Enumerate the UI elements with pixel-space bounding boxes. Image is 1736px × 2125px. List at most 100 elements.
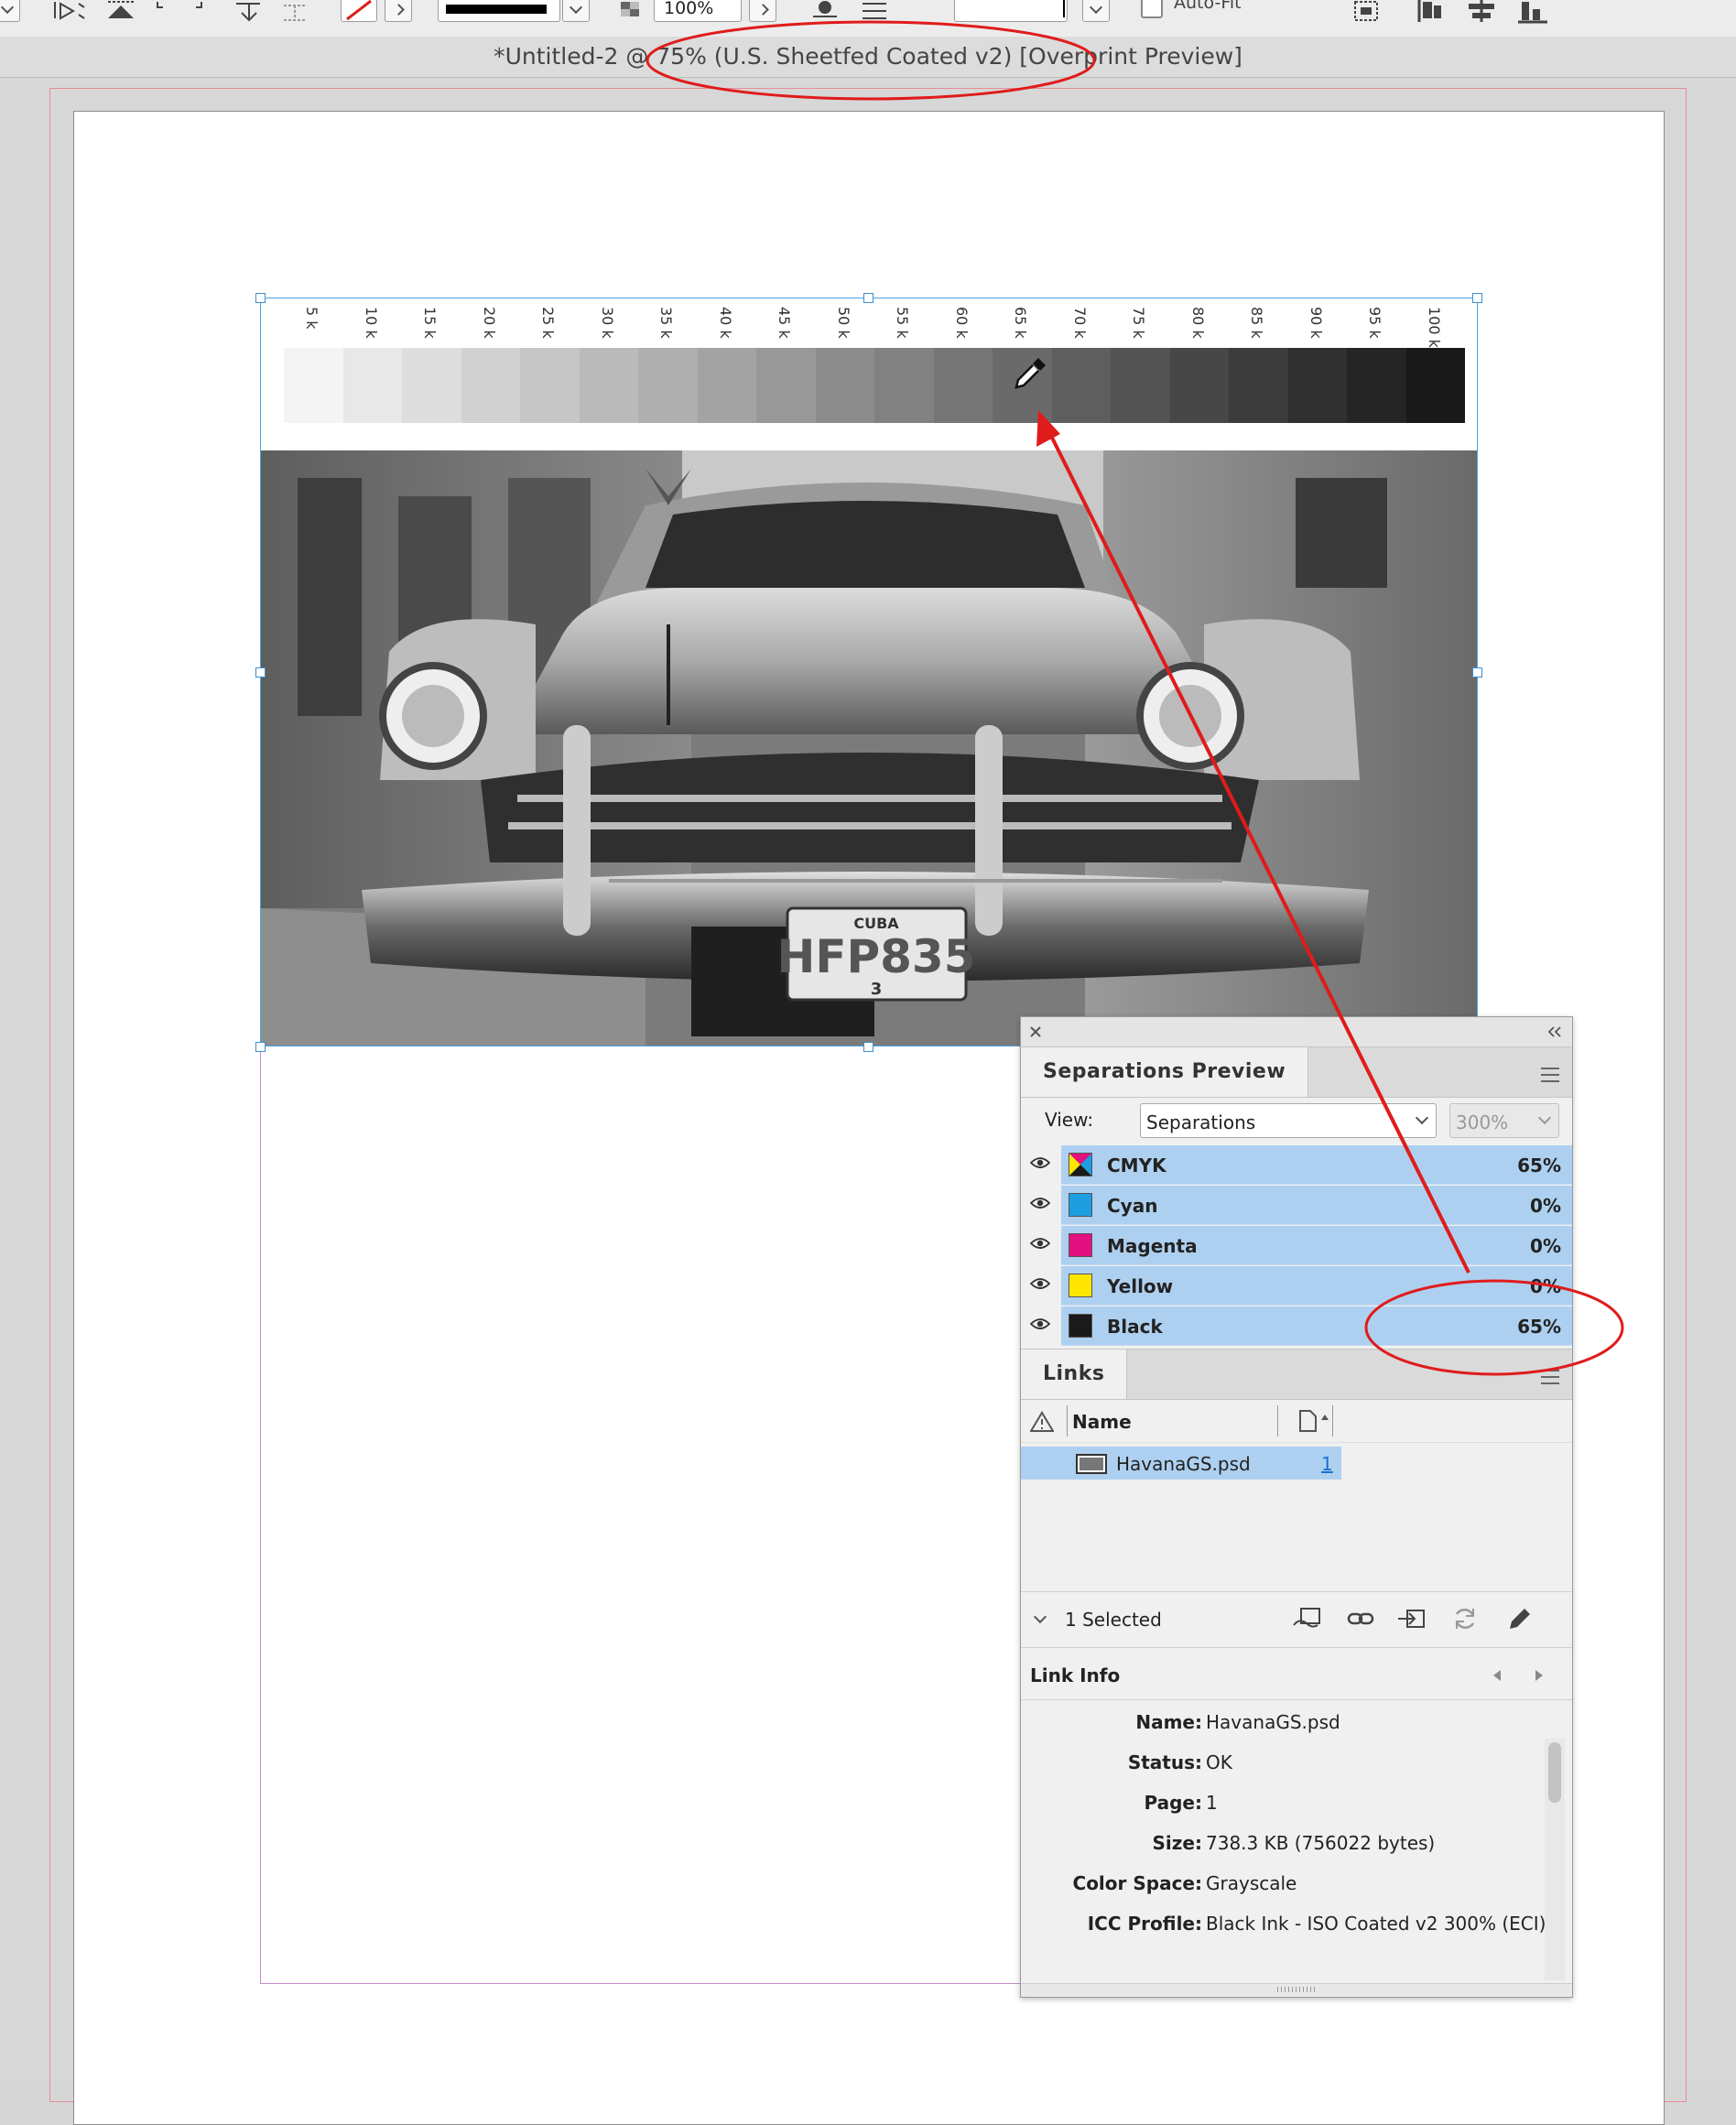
- link-page-number[interactable]: 1: [1321, 1453, 1333, 1475]
- link-row[interactable]: HavanaGS.psd 1: [1021, 1447, 1341, 1480]
- ramp-label: 95 k: [1347, 307, 1406, 347]
- ramp-label: 40 k: [698, 307, 757, 347]
- ramp-step: [756, 348, 816, 423]
- frame-handle-tc[interactable]: [863, 293, 873, 303]
- ramp-label-text: 65 k: [1012, 307, 1030, 339]
- visibility-eye-icon[interactable]: [1030, 1277, 1050, 1290]
- info-value: 1: [1206, 1792, 1218, 1814]
- separation-row-cmyk[interactable]: CMYK 65%: [1021, 1145, 1572, 1185]
- select-container-icon[interactable]: [156, 0, 211, 24]
- visibility-eye-icon[interactable]: [1030, 1156, 1050, 1169]
- panel-titlebar[interactable]: [1021, 1017, 1572, 1047]
- frame-handle-tr[interactable]: [1472, 293, 1482, 303]
- stroke-none-swatch[interactable]: [341, 0, 377, 22]
- link-info-row: ICC Profile: Black Ink - ISO Coated v2 30…: [1021, 1913, 1546, 1940]
- ramp-step: [461, 348, 520, 423]
- info-value: Black Ink - ISO Coated v2 300% (ECI): [1206, 1913, 1546, 1935]
- ink-name: Cyan: [1107, 1195, 1158, 1217]
- scrollbar-thumb[interactable]: [1548, 1742, 1561, 1803]
- ramp-label: 85 k: [1229, 307, 1288, 347]
- visibility-eye-icon[interactable]: [1030, 1237, 1050, 1250]
- panel-menu-icon[interactable]: [1541, 1068, 1559, 1082]
- wrap-icon[interactable]: [809, 0, 841, 24]
- align-center-icon[interactable]: [1463, 0, 1500, 24]
- view-select[interactable]: Separations: [1140, 1103, 1437, 1138]
- ramp-step: [638, 348, 698, 423]
- frame-handle-bc[interactable]: [863, 1042, 873, 1052]
- page-column-icon[interactable]: [1297, 1409, 1329, 1433]
- ink-name: CMYK: [1107, 1155, 1166, 1176]
- ink-limit-select[interactable]: 300%: [1449, 1103, 1559, 1138]
- links-header: Name: [1021, 1400, 1572, 1443]
- separation-row-cyan[interactable]: Cyan 0%: [1021, 1186, 1572, 1225]
- visibility-eye-icon[interactable]: [1030, 1197, 1050, 1209]
- toolbar-dropdown[interactable]: [0, 0, 20, 22]
- previous-link-icon[interactable]: [1490, 1668, 1503, 1683]
- link-info-row: Color Space: Grayscale: [1021, 1872, 1543, 1900]
- ramp-label-text: 50 k: [834, 307, 852, 339]
- tab-separations-preview[interactable]: Separations Preview: [1021, 1047, 1309, 1097]
- update-link-icon[interactable]: [1451, 1607, 1479, 1631]
- stroke-style-dropdown[interactable]: [562, 0, 590, 22]
- link-file-name: HavanaGS.psd: [1116, 1453, 1251, 1475]
- info-key: Size:: [1152, 1832, 1202, 1854]
- select-content-icon[interactable]: [233, 0, 266, 24]
- auto-fit-label: Auto-Fit: [1174, 0, 1242, 13]
- edit-original-icon[interactable]: [1506, 1607, 1532, 1632]
- ramp-label-text: 60 k: [952, 307, 971, 339]
- opacity-arrow[interactable]: [749, 0, 776, 22]
- relink-icon[interactable]: [1347, 1609, 1376, 1631]
- visibility-eye-icon[interactable]: [1030, 1317, 1050, 1330]
- tab-links[interactable]: Links: [1021, 1350, 1128, 1399]
- ramp-step: [1169, 348, 1229, 423]
- opacity-field[interactable]: 100%: [654, 0, 742, 22]
- flip-horizontal-icon[interactable]: [51, 0, 88, 24]
- ink-name: Magenta: [1107, 1235, 1198, 1257]
- ramp-label-text: 85 k: [1248, 307, 1266, 339]
- panel-resize-grip[interactable]: [1021, 1983, 1572, 1997]
- close-icon[interactable]: [1028, 1025, 1043, 1039]
- select-next-icon[interactable]: [278, 0, 315, 24]
- align-bottom-icon[interactable]: [1516, 0, 1549, 24]
- collapse-icon[interactable]: [1546, 1026, 1563, 1037]
- ramp-label: 60 k: [934, 307, 993, 347]
- ramp-step: [1287, 348, 1347, 423]
- frame-handle-tl[interactable]: [255, 293, 266, 303]
- fit-frame-icon[interactable]: [1351, 0, 1383, 24]
- info-scrollbar[interactable]: [1545, 1739, 1565, 1980]
- relink-from-cc-icon[interactable]: [1292, 1607, 1325, 1632]
- auto-fit-checkbox[interactable]: [1141, 0, 1163, 18]
- align-stroke-icon[interactable]: [859, 0, 890, 24]
- ink-swatch: [1069, 1314, 1092, 1338]
- ramp-step: [402, 348, 461, 423]
- frame-field[interactable]: [954, 0, 1068, 22]
- separation-row-magenta[interactable]: Magenta 0%: [1021, 1226, 1572, 1265]
- align-left-icon[interactable]: [1416, 0, 1447, 24]
- ramp-label: 100 k: [1406, 307, 1466, 348]
- ramp-step: [874, 348, 934, 423]
- go-to-link-icon[interactable]: [1396, 1605, 1427, 1631]
- link-info-row: Status: OK: [1021, 1751, 1543, 1779]
- info-value: Grayscale: [1206, 1872, 1297, 1894]
- next-link-icon[interactable]: [1534, 1668, 1546, 1683]
- frame-handle-ml[interactable]: [255, 667, 266, 678]
- ramp-step: [815, 348, 874, 423]
- separation-row-yellow[interactable]: Yellow 0%: [1021, 1266, 1572, 1306]
- frame-dropdown[interactable]: [1082, 0, 1110, 22]
- stroke-style-select[interactable]: [438, 0, 560, 22]
- separation-row-black[interactable]: Black 65%: [1021, 1306, 1572, 1346]
- info-key: Status:: [1127, 1751, 1202, 1773]
- ink-percentage: 65%: [1517, 1155, 1561, 1176]
- ink-swatch: [1069, 1193, 1092, 1217]
- havana-car-photo[interactable]: CUBA HFP835 3: [261, 450, 1477, 1046]
- link-info-header[interactable]: Link Info: [1021, 1648, 1572, 1699]
- frame-handle-bl[interactable]: [255, 1042, 266, 1052]
- frame-handle-mr[interactable]: [1472, 667, 1482, 678]
- info-key: Page:: [1144, 1792, 1203, 1814]
- column-name[interactable]: Name: [1072, 1411, 1132, 1433]
- links-menu-icon[interactable]: [1541, 1370, 1559, 1384]
- stroke-swatch-arrow[interactable]: [385, 0, 412, 22]
- flip-vertical-icon[interactable]: [104, 0, 137, 24]
- document-tab-title[interactable]: *Untitled-2 @ 75% (U.S. Sheetfed Coated …: [0, 37, 1736, 78]
- link-info-list: Name: HavanaGS.psd Status: OK Page: 1 Size: 738…: [1021, 1699, 1572, 1946]
